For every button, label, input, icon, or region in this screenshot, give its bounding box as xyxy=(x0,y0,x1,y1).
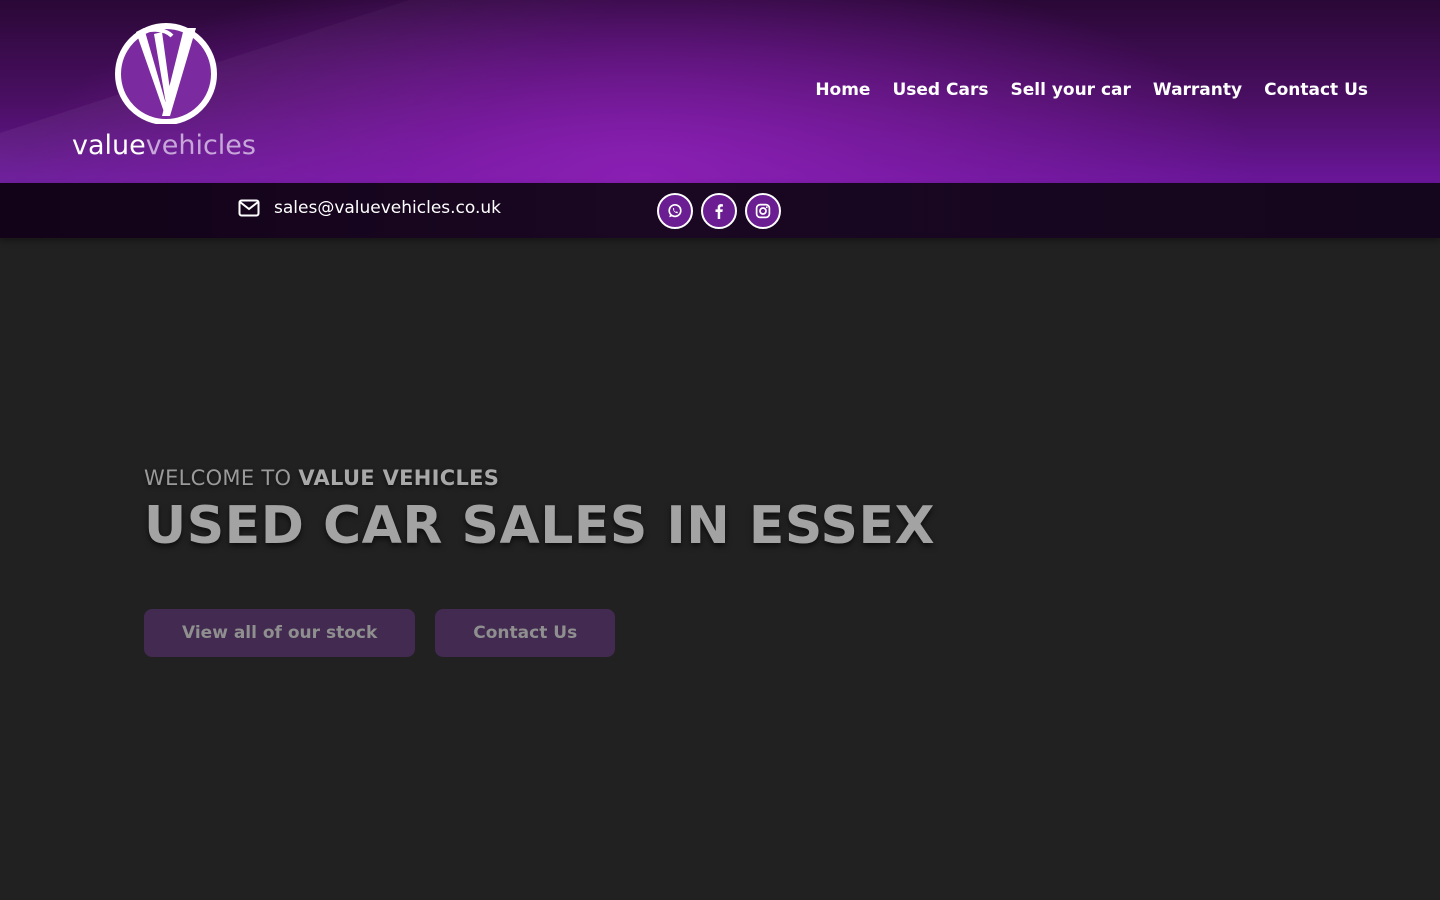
envelope-icon xyxy=(238,199,260,217)
nav-sell-your-car[interactable]: Sell your car xyxy=(1010,80,1130,100)
view-stock-button[interactable]: View all of our stock xyxy=(144,609,416,657)
nav-warranty[interactable]: Warranty xyxy=(1153,80,1242,100)
nav-home[interactable]: Home xyxy=(815,80,870,100)
site-header: valuevehicles Home Used Cars Sell your c… xyxy=(0,0,1440,183)
contact-us-button[interactable]: Contact Us xyxy=(435,609,616,657)
instagram-button[interactable] xyxy=(745,193,781,229)
whatsapp-icon xyxy=(668,203,682,218)
whatsapp-button[interactable] xyxy=(657,193,693,229)
social-links xyxy=(657,193,781,229)
email-contact[interactable]: sales@valuevehicles.co.uk xyxy=(238,198,501,218)
site-logo[interactable]: valuevehicles xyxy=(70,18,266,166)
logo-word-vehicles: vehicles xyxy=(145,130,256,161)
instagram-icon xyxy=(755,203,771,219)
nav-used-cars[interactable]: Used Cars xyxy=(892,80,988,100)
hero-headline: USED CAR SALES IN ESSEX xyxy=(144,496,936,556)
hero-welcome: WELCOME TO VALUE VEHICLES xyxy=(144,466,935,490)
logo-wordmark: valuevehicles xyxy=(72,130,266,161)
facebook-button[interactable] xyxy=(701,193,737,229)
facebook-icon xyxy=(715,204,723,219)
email-address[interactable]: sales@valuevehicles.co.uk xyxy=(274,198,501,218)
welcome-brand: VALUE VEHICLES xyxy=(298,466,500,490)
hero-section: WELCOME TO VALUE VEHICLES USED CAR SALES… xyxy=(144,466,935,556)
contact-info-bar: sales@valuevehicles.co.uk xyxy=(0,183,1440,238)
welcome-prefix: WELCOME TO xyxy=(144,466,292,490)
hero-buttons: View all of our stock Contact Us xyxy=(144,609,616,657)
logo-v-badge-icon xyxy=(115,23,217,124)
logo-word-value: value xyxy=(72,130,146,161)
main-nav: Home Used Cars Sell your car Warranty Co… xyxy=(815,80,1368,100)
nav-contact-us[interactable]: Contact Us xyxy=(1264,80,1368,100)
